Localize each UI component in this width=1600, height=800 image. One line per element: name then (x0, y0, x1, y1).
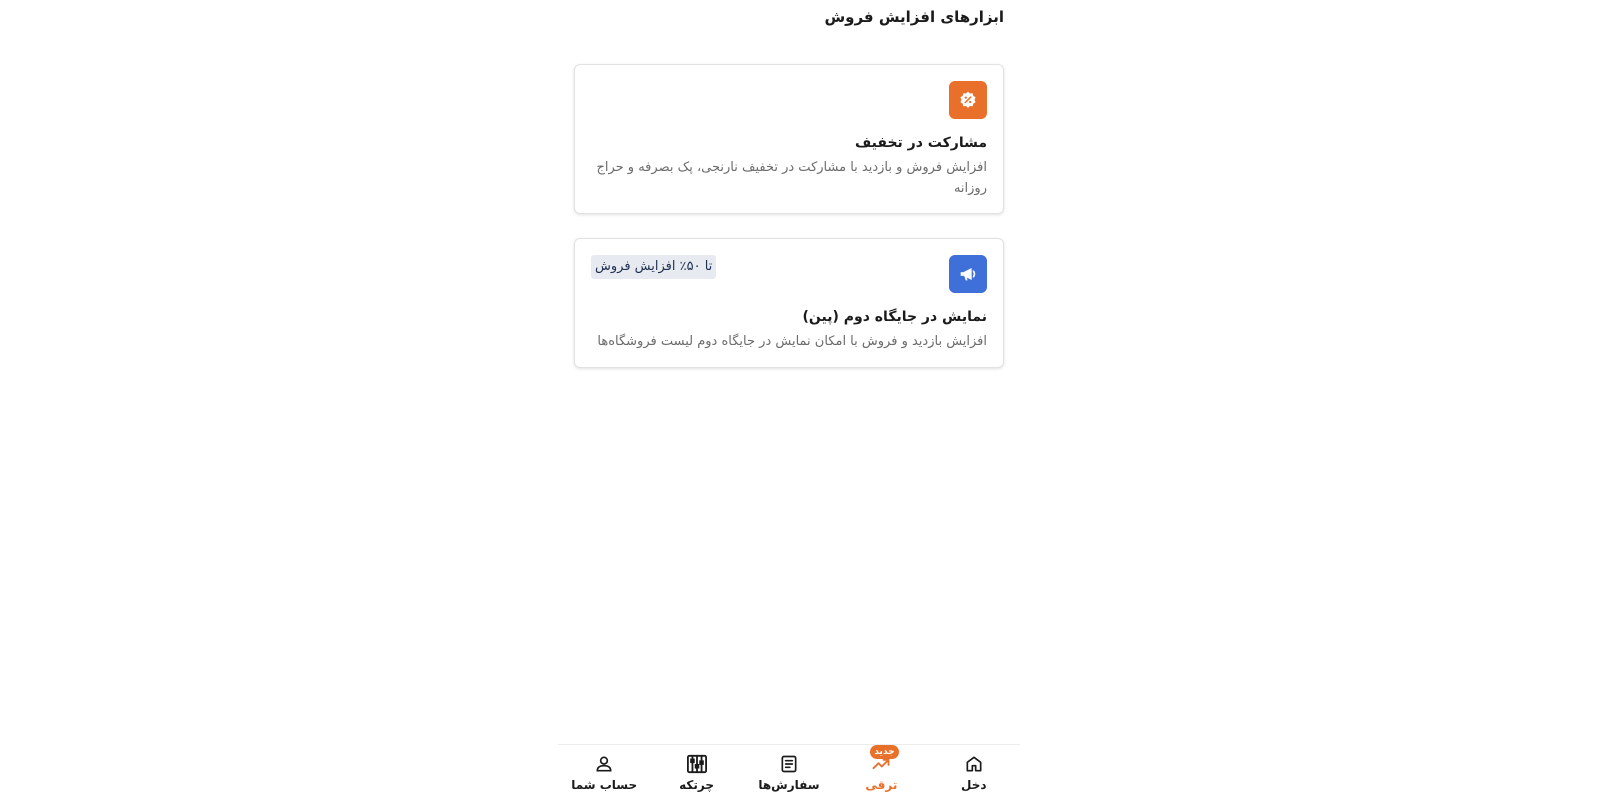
nav-item-orders[interactable]: سفارش‌ها (749, 745, 829, 792)
megaphone-icon (960, 268, 976, 281)
card-icon-container (949, 255, 987, 293)
card-description: افزایش بازدید و فروش با امکان نمایش در ج… (597, 334, 987, 349)
abacus-icon (686, 753, 708, 775)
nav-label: ترقی (865, 778, 898, 792)
second-position-pin-card[interactable]: تا ۵۰٪ افزایش فروش نمایش در جایگاه دوم (… (574, 238, 1004, 368)
home-icon (963, 753, 985, 775)
nav-item-account[interactable]: حساب شما (564, 745, 644, 792)
content-column: ابزارهای افزایش فروش مشارکت در تخفیف افز… (574, 0, 1004, 800)
discount-participation-card[interactable]: مشارکت در تخفیف افزایش فروش و بازدید با … (574, 64, 1004, 214)
nav-label: سفارش‌ها (758, 778, 820, 792)
card-description: افزایش فروش و بازدید با مشارکت در تخفیف … (596, 160, 987, 196)
nav-label: دخل (960, 778, 987, 792)
bottom-navigation: دخل جدید ترقی سفارش‌ها (558, 744, 1020, 800)
nav-item-growth[interactable]: جدید ترقی (841, 745, 921, 792)
orders-list-icon (778, 753, 800, 775)
percent-badge-icon (960, 91, 976, 108)
nav-label: حساب شما (571, 778, 638, 792)
card-title: مشارکت در تخفیف (855, 135, 987, 151)
card-title: نمایش در جایگاه دوم (پین) (802, 309, 987, 325)
nav-item-abacus[interactable]: چرتکه (657, 745, 737, 792)
nav-label: چرتکه (679, 778, 715, 792)
card-icon-container (949, 81, 987, 119)
new-badge: جدید (870, 745, 899, 759)
page-title: ابزارهای افزایش فروش (824, 8, 1004, 26)
app: ابزارهای افزایش فروش مشارکت در تخفیف افز… (0, 0, 1600, 800)
user-icon (593, 753, 615, 775)
sales-increase-badge: تا ۵۰٪ افزایش فروش (591, 255, 717, 279)
nav-item-home[interactable]: دخل (934, 745, 1014, 792)
